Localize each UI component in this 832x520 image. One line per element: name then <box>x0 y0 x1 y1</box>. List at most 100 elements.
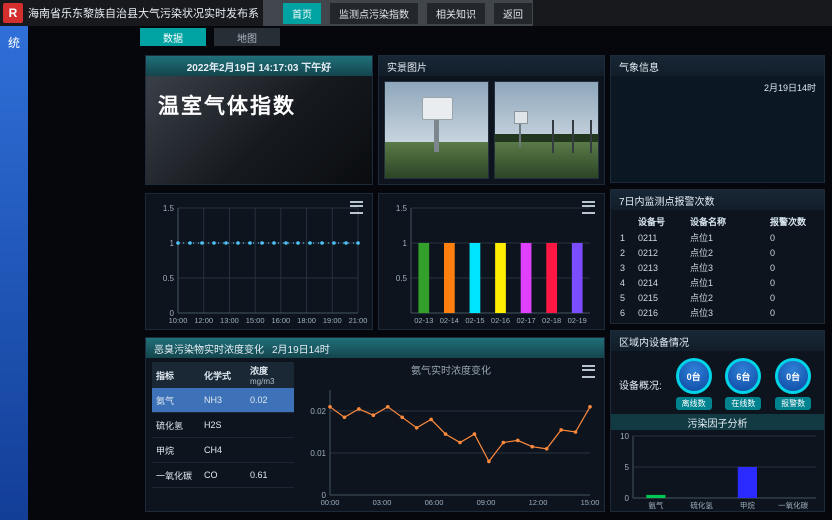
photo-device-pole <box>519 122 521 147</box>
tab-map[interactable]: 地图 <box>214 28 280 46</box>
device-count-circle: 0台 <box>775 358 811 394</box>
device-stat-label: 在线数 <box>725 397 761 410</box>
nav-home-button[interactable]: 首页 <box>283 3 321 24</box>
nav-pollution-index-button[interactable]: 监测点污染指数 <box>330 3 418 24</box>
left-sidebar: 统 <box>0 26 28 520</box>
device-count-circle: 0台 <box>676 358 712 394</box>
odor-panel-timestamp: 2月19日14时 <box>272 341 330 356</box>
svg-text:00:00: 00:00 <box>321 498 340 507</box>
device-id-cell: 0213 <box>638 263 690 273</box>
greenhouse-trend-chart: 00.511.510:0012:0013:0015:0016:0018:0019… <box>146 194 372 329</box>
table-row[interactable]: 40214点位10 <box>615 275 820 290</box>
svg-text:1.5: 1.5 <box>396 204 408 213</box>
row-index: 5 <box>620 293 638 303</box>
svg-text:0.01: 0.01 <box>310 449 326 458</box>
svg-text:1: 1 <box>170 239 175 248</box>
svg-text:0: 0 <box>625 494 630 503</box>
svg-text:1.5: 1.5 <box>163 204 175 213</box>
device-name-cell: 点位1 <box>690 231 770 244</box>
weather-panel-title: 气象信息 <box>611 56 824 76</box>
alarm-count-cell: 0 <box>770 248 824 258</box>
greenhouse-trend-panel: 00.511.510:0012:0013:0015:0016:0018:0019… <box>145 193 373 330</box>
alarm-table: 设备号 设备名称 报警次数 10211点位1020212点位2030213点位3… <box>611 210 824 323</box>
svg-text:16:00: 16:00 <box>271 316 290 325</box>
svg-text:0.5: 0.5 <box>396 274 408 283</box>
photos-panel-title: 实景图片 <box>379 56 604 76</box>
concentration-unit: mg/m3 <box>250 377 292 386</box>
chart-menu-icon[interactable] <box>582 365 595 378</box>
pollution-analysis-title: 污染因子分析 <box>611 414 824 430</box>
alarm-count-cell: 0 <box>770 293 824 303</box>
photo-device-box <box>422 97 453 120</box>
odor-table-row[interactable]: 硫化氢H2S <box>152 413 294 438</box>
svg-text:06:00: 06:00 <box>425 498 444 507</box>
devices-panel-title: 区域内设备情况 <box>611 331 824 351</box>
svg-text:10:00: 10:00 <box>169 316 188 325</box>
odor-body: 指标 化学式 浓度 mg/m3 氨气NH30.02硫化氢H2S甲烷CH4一氧化碳… <box>146 358 604 511</box>
monitoring-station-photo-1[interactable] <box>384 81 489 179</box>
svg-text:0.5: 0.5 <box>163 274 175 283</box>
tab-data[interactable]: 数据 <box>140 28 206 46</box>
svg-text:10: 10 <box>620 432 629 441</box>
weather-timestamp: 2月19日14时 <box>764 81 816 94</box>
nav-knowledge-button[interactable]: 相关知识 <box>427 3 485 24</box>
alarm-count-cell: 0 <box>770 263 824 273</box>
header-alarm-count: 报警次数 <box>770 215 824 228</box>
svg-text:15:00: 15:00 <box>246 316 265 325</box>
greenhouse-trend-body: 00.511.510:0012:0013:0015:0016:0018:0019… <box>146 194 372 329</box>
svg-text:一氧化碳: 一氧化碳 <box>778 500 808 510</box>
table-row[interactable]: 50215点位20 <box>615 290 820 305</box>
svg-text:12:00: 12:00 <box>529 498 548 507</box>
devices-panel: 区域内设备情况 设备概况: 0台离线数6台在线数0台报警数 污染因子分析 051… <box>610 330 825 512</box>
device-name-cell: 点位3 <box>690 306 770 319</box>
svg-text:02-14: 02-14 <box>440 316 459 325</box>
odor-table-header: 指标 化学式 浓度 mg/m3 <box>152 362 294 388</box>
odor-chart-area: 氨气实时浓度变化 00.010.0200:0003:0006:0009:0012… <box>298 358 604 511</box>
odor-table-row[interactable]: 氨气NH30.02 <box>152 388 294 413</box>
svg-text:02-17: 02-17 <box>516 316 535 325</box>
odor-table-row[interactable]: 一氧化碳CO0.61 <box>152 463 294 488</box>
alarm-count-cell: 0 <box>770 278 824 288</box>
monitoring-station-photo-2[interactable] <box>494 81 599 179</box>
photo-device-pole <box>434 118 438 152</box>
svg-text:02-18: 02-18 <box>542 316 561 325</box>
main-nav: 首页 监测点污染指数 相关知识 返回 <box>263 0 533 26</box>
svg-text:1: 1 <box>403 239 408 248</box>
indicator-cell: 硫化氢 <box>156 419 204 432</box>
greeting-headline: 温室气体指数 <box>146 76 372 184</box>
alarm-panel: 7日内监测点报警次数 设备号 设备名称 报警次数 10211点位1020212点… <box>610 189 825 324</box>
header-device-id: 设备号 <box>638 215 690 228</box>
svg-text:02-13: 02-13 <box>414 316 433 325</box>
header-concentration: 浓度 mg/m3 <box>250 364 292 386</box>
odor-chart-title: 氨气实时浓度变化 <box>298 362 604 377</box>
nav-back-button[interactable]: 返回 <box>494 3 532 24</box>
indicator-cell: 甲烷 <box>156 444 204 457</box>
chart-menu-icon[interactable] <box>350 201 363 214</box>
odor-table-row[interactable]: 甲烷CH4 <box>152 438 294 463</box>
table-row[interactable]: 20212点位20 <box>615 245 820 260</box>
device-name-cell: 点位2 <box>690 246 770 259</box>
photo-fence-post <box>572 120 574 153</box>
row-index: 2 <box>620 248 638 258</box>
row-index: 4 <box>620 278 638 288</box>
table-row[interactable]: 60216点位30 <box>615 305 820 320</box>
svg-text:09:00: 09:00 <box>477 498 496 507</box>
greeting-panel: 2022年2月19日 14:17:03 下午好 温室气体指数 <box>145 55 373 185</box>
table-row[interactable]: 30213点位30 <box>615 260 820 275</box>
concentration-cell: 0.02 <box>250 395 292 405</box>
photo-ground <box>495 142 598 178</box>
svg-text:0.02: 0.02 <box>310 407 326 416</box>
row-index: 6 <box>620 308 638 318</box>
indicator-cell: 氨气 <box>156 394 204 407</box>
svg-text:02-15: 02-15 <box>465 316 484 325</box>
device-id-cell: 0214 <box>638 278 690 288</box>
svg-text:19:00: 19:00 <box>323 316 342 325</box>
device-name-cell: 点位2 <box>690 291 770 304</box>
table-row[interactable]: 10211点位10 <box>615 230 820 245</box>
photo-fence-post <box>552 120 554 153</box>
daily-index-panel: 0.511.502-1302-1402-1502-1602-1702-1802-… <box>378 193 605 330</box>
svg-text:21:00: 21:00 <box>349 316 368 325</box>
device-name-cell: 点位1 <box>690 276 770 289</box>
svg-text:15:00: 15:00 <box>581 498 600 507</box>
chart-menu-icon[interactable] <box>582 201 595 214</box>
